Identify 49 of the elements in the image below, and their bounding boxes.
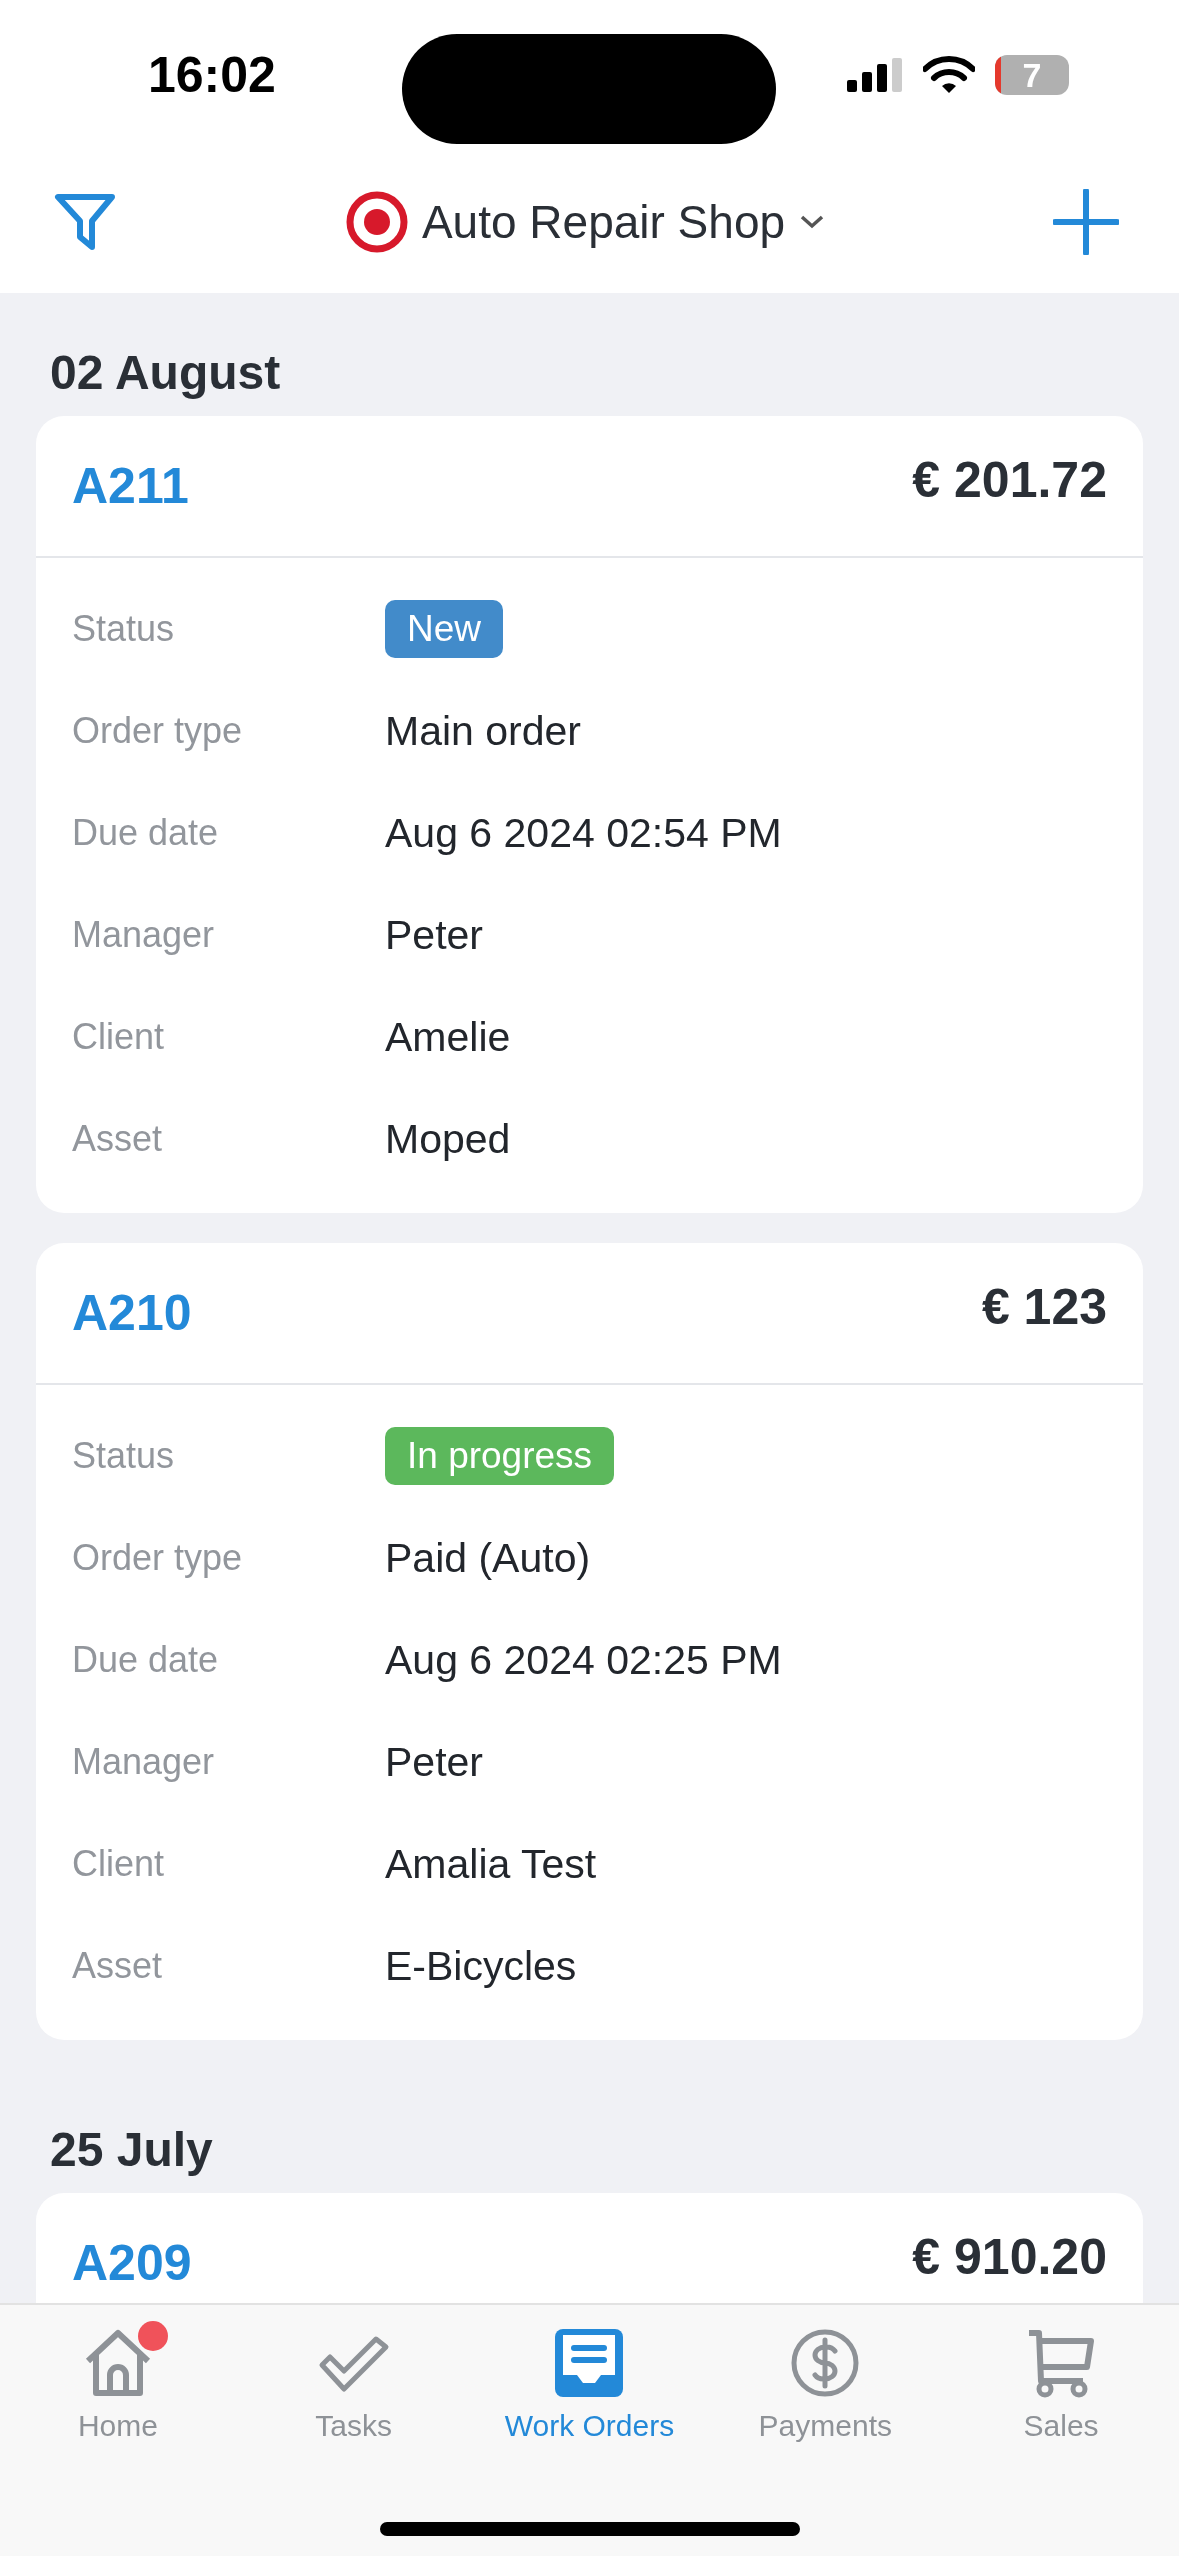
- field-value: Aug 6 2024 02:54 PM: [385, 809, 782, 857]
- field-label: Order type: [72, 1537, 244, 1579]
- status-time: 16:02: [148, 46, 276, 104]
- field-label: Due date: [72, 812, 220, 854]
- tab-item[interactable]: Tasks: [235, 2305, 472, 2443]
- field-value: Aug 6 2024 02:25 PM: [385, 1636, 782, 1684]
- field-value: Main order: [385, 707, 581, 755]
- field-label: Manager: [72, 1741, 216, 1783]
- order-card[interactable]: A211 € 201.72 Status New Order type Main order Due date Aug 6 2024 02:54 PM Manager Peter Client Amelie Asset Moped: [36, 416, 1143, 1213]
- field-value: Amalia Test: [385, 1840, 597, 1888]
- field-value: Paid (Auto): [385, 1534, 591, 1582]
- field-label: Order type: [72, 710, 244, 752]
- field-label: Manager: [72, 914, 216, 956]
- field-label: Client: [72, 1016, 166, 1058]
- tab-item[interactable]: Work Orders: [471, 2305, 708, 2443]
- signal-icon: [847, 58, 903, 92]
- order-amount: € 123: [981, 1278, 1107, 1336]
- status-badge: New: [385, 600, 504, 658]
- wifi-icon: [923, 56, 975, 94]
- tab-item[interactable]: Home: [0, 2305, 236, 2443]
- field-label: Asset: [72, 1945, 164, 1987]
- order-card[interactable]: A210 € 123 Status In progress Order type Paid (Auto) Due date Aug 6 2024 02:25 PM Manager Peter Client Amalia Test Asset E-Bicycles: [36, 1243, 1143, 2040]
- field-label: Asset: [72, 1118, 164, 1160]
- inbox-tray-icon: [553, 2327, 626, 2399]
- tab-item[interactable]: Sales: [943, 2305, 1179, 2443]
- order-card[interactable]: A209 € 910.20: [36, 2193, 1143, 2303]
- chevron-down-icon: [799, 213, 826, 230]
- date-heading: 25 July: [49, 2122, 214, 2178]
- date-heading: 02 August: [49, 345, 282, 401]
- order-amount: € 201.72: [912, 451, 1107, 509]
- order-number[interactable]: A211: [72, 457, 189, 515]
- field-label: Status: [72, 608, 176, 650]
- field-value: Peter: [385, 1738, 483, 1786]
- shop-selector[interactable]: Auto Repair Shop: [345, 190, 826, 253]
- field-label: Client: [72, 1843, 166, 1885]
- field-value: E-Bicycles: [385, 1942, 577, 1990]
- field-value: Peter: [385, 911, 483, 959]
- field-label: Due date: [72, 1639, 220, 1681]
- tab-item[interactable]: Payments: [707, 2305, 944, 2443]
- order-number[interactable]: A210: [72, 1284, 192, 1342]
- field-value: Moped: [385, 1115, 511, 1163]
- order-number[interactable]: A209: [72, 2234, 192, 2292]
- battery-icon: 7: [995, 55, 1069, 95]
- field-value: Amelie: [385, 1013, 511, 1061]
- add-icon[interactable]: [1053, 188, 1119, 255]
- field-label: Status: [72, 1435, 176, 1477]
- status-badge: In progress: [385, 1427, 615, 1485]
- target-icon: [345, 190, 408, 253]
- order-amount: € 910.20: [912, 2228, 1107, 2286]
